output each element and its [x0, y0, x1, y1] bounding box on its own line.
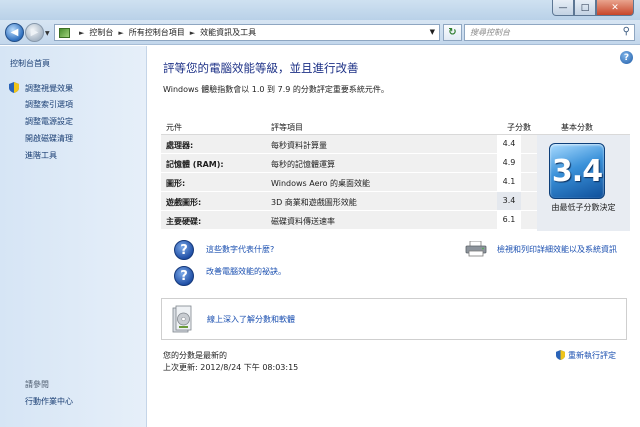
refresh-button[interactable]: ↻ [443, 24, 462, 41]
header-subscore: 子分數 [507, 123, 531, 132]
rerun-assessment-link[interactable]: 重新執行評定 [568, 350, 616, 361]
base-score-panel: 3.4 由最低子分數決定 [537, 135, 630, 231]
search-input[interactable]: 搜尋控制台 ⚲ [464, 24, 635, 41]
software-box-icon [172, 305, 192, 333]
back-button[interactable]: ◀ [5, 23, 24, 42]
sidebar-item-action-center[interactable]: 行動作業中心 [25, 396, 73, 407]
chevron-down-icon: ▼ [45, 30, 50, 37]
refresh-icon: ↻ [448, 27, 457, 38]
address-dropdown-icon[interactable]: ▼ [430, 28, 435, 36]
sidebar-item-visual-effects[interactable]: 調整視覺效果 [25, 83, 73, 94]
recent-pages-dropdown[interactable]: ▼ [45, 30, 50, 37]
score-table: 元件 評等項目 子分數 基本分數 處理器: 每秒資料計算量 4.4 記憶體 (R… [161, 119, 630, 231]
main-content: ? 評等您的電腦效能等級，並且進行改善 Windows 體驗指數會以 1.0 到… [148, 46, 640, 427]
row-component: 主要硬碟: [166, 217, 202, 226]
shield-icon [9, 82, 19, 93]
header-component: 元件 [166, 123, 182, 132]
row-item: 每秒的記憶體運算 [271, 160, 335, 169]
row-item: 每秒資料計算量 [271, 141, 327, 150]
breadcrumb-separator-icon[interactable]: ► [118, 29, 123, 37]
breadcrumb-control-panel[interactable]: 控制台 [89, 27, 113, 38]
row-component: 處理器: [166, 141, 194, 150]
page-description: Windows 體驗指數會以 1.0 到 7.9 的分數評定重要系統元件。 [163, 85, 389, 94]
close-button[interactable]: ✕ [596, 0, 634, 16]
arrow-left-icon: ◀ [10, 27, 19, 38]
sidebar-item-power[interactable]: 調整電源設定 [25, 116, 73, 127]
question-icon: ? [174, 266, 194, 286]
table-row: 記憶體 (RAM): 每秒的記憶體運算 4.9 [161, 154, 537, 173]
search-icon[interactable]: ⚲ [623, 26, 630, 37]
base-score-caption: 由最低子分數決定 [551, 203, 616, 212]
title-bar: — □ ✕ [0, 0, 640, 20]
row-subscore: 4.9 [497, 154, 521, 172]
sidebar-item-advanced-tools[interactable]: 進階工具 [25, 150, 57, 161]
printer-icon [465, 241, 487, 257]
table-row: 處理器: 每秒資料計算量 4.4 [161, 135, 537, 154]
row-item: 3D 商業和遊戲圖形效能 [271, 198, 357, 207]
breadcrumb-performance-tools[interactable]: 效能資訊及工具 [200, 27, 256, 38]
row-subscore: 4.4 [497, 135, 521, 153]
row-subscore: 3.4 [497, 192, 521, 210]
score-status: 您的分數是最新的 [163, 351, 227, 360]
breadcrumb[interactable]: ► 控制台 ► 所有控制台項目 ► 效能資訊及工具 ▼ [54, 24, 440, 41]
see-also-label: 請參閱 [25, 380, 49, 389]
breadcrumb-all-items[interactable]: 所有控制台項目 [129, 27, 185, 38]
table-row: 遊戲圖形: 3D 商業和遊戲圖形效能 3.4 [161, 192, 537, 211]
breadcrumb-separator-icon[interactable]: ► [190, 29, 195, 37]
last-updated: 上次更新: 2012/8/24 下午 08:03:15 [163, 363, 299, 372]
arrow-right-icon: ▶ [30, 27, 39, 38]
row-item: 磁碟資料傳送速率 [271, 217, 335, 226]
learn-more-link[interactable]: 線上深入了解分數和軟體 [207, 314, 295, 325]
breadcrumb-separator-icon[interactable]: ► [79, 29, 84, 37]
header-item: 評等項目 [271, 123, 303, 132]
maximize-button[interactable]: □ [574, 0, 596, 16]
address-bar: ◀ ▶ ▼ ► 控制台 ► 所有控制台項目 ► 效能資訊及工具 ▼ ↻ 搜尋控制… [0, 20, 640, 45]
header-base-score: 基本分數 [561, 123, 593, 132]
table-header: 元件 評等項目 子分數 基本分數 [161, 119, 630, 135]
sidebar-item-indexing[interactable]: 調整索引選項 [25, 99, 73, 110]
window-controls: — □ ✕ [552, 0, 634, 16]
forward-button[interactable]: ▶ [25, 23, 44, 42]
page-title: 評等您的電腦效能等級，並且進行改善 [163, 61, 359, 75]
minimize-button[interactable]: — [552, 0, 574, 16]
sidebar-item-disk-cleanup[interactable]: 開啟磁碟清理 [25, 133, 73, 144]
sidebar-home-link[interactable]: 控制台首頁 [10, 58, 50, 69]
what-numbers-mean-link[interactable]: 這些數字代表什麼? [206, 244, 274, 255]
shield-icon [556, 350, 565, 360]
view-print-details-link[interactable]: 檢視和列印詳細效能以及系統資訊 [497, 244, 617, 255]
row-subscore: 6.1 [497, 211, 521, 229]
table-row: 圖形: Windows Aero 的桌面效能 4.1 [161, 173, 537, 192]
performance-tips-link[interactable]: 改善電腦效能的祕訣。 [206, 266, 286, 277]
base-score-badge: 3.4 [549, 143, 605, 199]
help-icon[interactable]: ? [620, 51, 633, 64]
row-subscore: 4.1 [497, 173, 521, 191]
row-component: 記憶體 (RAM): [166, 160, 224, 169]
table-row: 主要硬碟: 磁碟資料傳送速率 6.1 [161, 211, 537, 230]
row-item: Windows Aero 的桌面效能 [271, 179, 371, 188]
question-icon: ? [174, 240, 194, 260]
row-component: 圖形: [166, 179, 186, 188]
row-component: 遊戲圖形: [166, 198, 202, 207]
search-placeholder: 搜尋控制台 [470, 28, 510, 37]
control-panel-icon [59, 27, 70, 38]
sidebar: 控制台首頁 調整視覺效果 調整索引選項 調整電源設定 開啟磁碟清理 進階工具 請… [0, 46, 147, 427]
